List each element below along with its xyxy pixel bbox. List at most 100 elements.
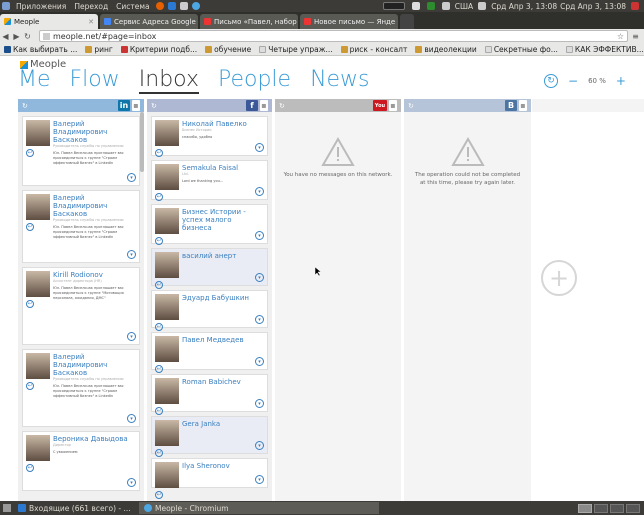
reply-icon[interactable]: ↩ [155, 407, 163, 415]
reload-icon[interactable]: ↻ [22, 32, 33, 41]
column-refresh-icon[interactable]: ↻ [22, 102, 28, 110]
workspace-3[interactable] [610, 503, 624, 513]
sender-name[interactable]: Gera Janka [182, 420, 263, 428]
chevron-down-icon[interactable]: ▾ [255, 399, 264, 408]
reply-icon[interactable]: ↩ [155, 449, 163, 457]
nav-flow[interactable]: Flow [70, 67, 120, 94]
message-card[interactable]: Павел Медведев ↩ ▾ [151, 332, 268, 373]
terminal-icon[interactable] [179, 2, 188, 10]
message-card[interactable]: Валерий Владимирович Баскаков Руководител… [22, 116, 140, 186]
reply-icon[interactable]: ↩ [155, 281, 163, 289]
reply-icon[interactable]: ↩ [155, 193, 163, 201]
chevron-down-icon[interactable]: ▾ [127, 332, 136, 341]
taskbar-item-mail[interactable]: Входящие (661 всего) - ... [13, 502, 137, 514]
avatar[interactable] [26, 271, 50, 297]
bookmark-star-icon[interactable]: ☆ [617, 32, 627, 41]
tab-meople[interactable]: Meople ✕ [0, 14, 98, 29]
apps-menu-icon[interactable] [2, 2, 10, 10]
sender-name[interactable]: Николай Павелко [182, 120, 263, 128]
tab-mail-letter[interactable]: Письмо «Павел, набор ✕ [200, 14, 298, 29]
bookmark-item[interactable]: КАК ЭФФЕКТИВ... [562, 45, 644, 54]
reply-icon[interactable]: ↩ [26, 382, 34, 390]
network-icon[interactable] [411, 2, 420, 10]
sender-name[interactable]: Валерий Владимирович Баскаков [53, 120, 135, 144]
message-card[interactable]: Semakula Faisal Ltd. Lord we thanking you.… [151, 160, 268, 201]
sender-name[interactable]: Эдуард Бабушкин [182, 294, 263, 302]
zoom-in-button[interactable]: + [616, 74, 626, 88]
add-column-button[interactable]: + [541, 260, 577, 296]
avatar[interactable] [155, 120, 179, 146]
bookmark-item[interactable]: видеолекции [411, 45, 480, 54]
avatar[interactable] [155, 420, 179, 446]
scrollbar[interactable] [140, 112, 144, 172]
volume-icon[interactable] [441, 2, 450, 10]
power-icon[interactable] [631, 2, 639, 10]
bookmark-item[interactable]: ринг [81, 45, 116, 54]
workspace-2[interactable] [594, 503, 608, 513]
message-card[interactable]: Эдуард Бабушкин ↩ ▾ [151, 290, 268, 331]
sender-name[interactable]: Kirill Rodionov [53, 271, 135, 279]
message-card[interactable]: Kirill Rodionov Ассистент директора (HR) Ю… [22, 267, 140, 345]
message-card[interactable]: Валерий Владимирович Баскаков Руководител… [22, 190, 140, 263]
chevron-down-icon[interactable]: ▾ [255, 143, 264, 152]
sender-name[interactable]: Бизнес Истории - успех малого бизнеса [182, 208, 263, 232]
column-settings-icon[interactable]: ▪ [260, 100, 268, 111]
nav-people[interactable]: People [218, 67, 291, 94]
update-icon[interactable] [426, 2, 435, 10]
chevron-down-icon[interactable]: ▾ [255, 231, 264, 240]
clock-secondary[interactable]: Срд Апр 3, 13:08 [560, 2, 626, 11]
menu-places[interactable]: Переход [70, 2, 112, 11]
reply-icon[interactable]: ↩ [26, 464, 34, 472]
sender-name[interactable]: василий анерт [182, 252, 263, 260]
avatar[interactable] [155, 208, 179, 234]
bookmark-item[interactable]: Четыре упраж... [255, 45, 336, 54]
keyboard-layout[interactable]: США [455, 2, 473, 11]
bookmark-item[interactable]: Критерии подб... [117, 45, 201, 54]
nav-me[interactable]: Me [18, 67, 51, 94]
firefox-icon[interactable] [155, 2, 164, 10]
bookmark-item[interactable]: обучение [201, 45, 255, 54]
bookmark-item[interactable]: Как выбирать ... [0, 45, 81, 54]
sender-name[interactable]: Валерий Владимирович Баскаков [53, 353, 135, 377]
page-info-icon[interactable] [43, 32, 50, 40]
chevron-down-icon[interactable]: ▾ [255, 273, 264, 282]
chevron-down-icon[interactable]: ▾ [255, 441, 264, 450]
column-refresh-icon[interactable]: ↻ [408, 102, 414, 110]
chevron-down-icon[interactable]: ▾ [127, 173, 136, 182]
chromium-icon[interactable] [191, 2, 200, 10]
sender-name[interactable]: Ilya Sheronov [182, 462, 263, 470]
back-icon[interactable]: ◀ [0, 32, 11, 41]
sender-name[interactable]: Валерий Владимирович Баскаков [53, 194, 135, 218]
avatar[interactable] [26, 353, 50, 379]
avatar[interactable] [155, 164, 179, 190]
avatar[interactable] [26, 120, 50, 146]
chevron-down-icon[interactable]: ▾ [127, 414, 136, 423]
close-tab-icon[interactable]: ✕ [88, 18, 94, 26]
reply-icon[interactable]: ↩ [26, 223, 34, 231]
avatar[interactable] [155, 294, 179, 320]
avatar[interactable] [155, 378, 179, 404]
reply-icon[interactable]: ↩ [26, 300, 34, 308]
chevron-down-icon[interactable]: ▾ [255, 315, 264, 324]
column-refresh-icon[interactable]: ↻ [151, 102, 157, 110]
reply-icon[interactable]: ↩ [26, 149, 34, 157]
message-card[interactable]: Roman Babichev ↩ ▾ [151, 374, 268, 415]
nav-news[interactable]: News [310, 67, 369, 94]
chevron-down-icon[interactable]: ▾ [255, 187, 264, 196]
chevron-down-icon[interactable]: ▾ [127, 250, 136, 259]
chevron-down-icon[interactable]: ▾ [127, 478, 136, 487]
avatar[interactable] [155, 252, 179, 278]
new-tab-button[interactable] [400, 14, 414, 29]
wrench-menu-icon[interactable]: ≡ [630, 32, 641, 41]
mail-indicator-icon[interactable] [478, 2, 487, 10]
reply-icon[interactable]: ↩ [155, 323, 163, 331]
sender-name[interactable]: Павел Медведев [182, 336, 263, 344]
message-card[interactable]: Бизнес Истории - успех малого бизнеса ↩ ▾ [151, 204, 268, 245]
message-card[interactable]: Вероника Давыдова Директор С уважением ↩ ▾ [22, 431, 140, 491]
reply-icon[interactable]: ↩ [155, 365, 163, 373]
sender-name[interactable]: Вероника Давыдова [53, 435, 135, 443]
tab-google[interactable]: Сервис Адреса Google ✕ [100, 14, 198, 29]
menu-applications[interactable]: Приложения [12, 2, 70, 11]
workspace-switcher[interactable] [578, 503, 644, 513]
avatar[interactable] [155, 462, 179, 488]
